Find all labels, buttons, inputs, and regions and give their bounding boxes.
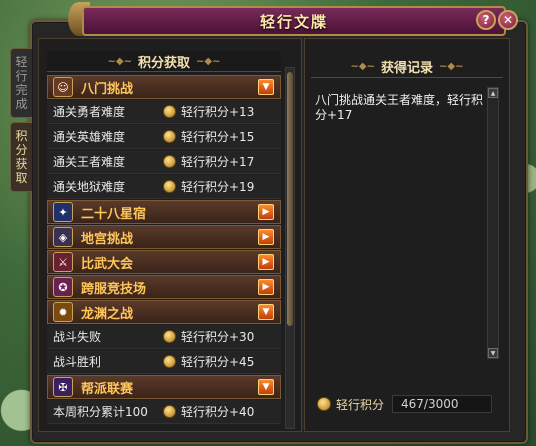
- tab-completion[interactable]: 轻 行 完 成: [10, 48, 32, 118]
- scroll-up-icon[interactable]: ▲: [488, 88, 498, 98]
- category-label: 二十八星宿: [81, 206, 147, 222]
- points-panel: ~◆~ 积分获取 ~◆~ ☺ 八门挑战 ▼ 通关勇者难度 轻行积分+13 通关英…: [38, 38, 302, 432]
- tab-char: 完: [15, 83, 28, 97]
- category-guild-league[interactable]: ✠ 帮派联赛 ▼: [47, 375, 281, 399]
- records-list: 八门挑战通关王者难度，轻行积分+17: [311, 87, 489, 357]
- points-scrollbar[interactable]: [285, 67, 295, 429]
- category-label: 比武大会: [81, 256, 134, 272]
- points-coin-icon: [163, 130, 176, 143]
- record-entry: 八门挑战通关王者难度，轻行积分+17: [315, 93, 484, 122]
- expand-arrow-icon[interactable]: ▶: [258, 279, 274, 295]
- list-item: 战斗失败 轻行积分+30: [47, 325, 281, 349]
- records-scrollbar[interactable]: ▲ ▼: [487, 87, 499, 359]
- tab-char: 行: [15, 69, 28, 83]
- window-title: 轻行文牒: [259, 12, 328, 31]
- scrollbar-thumb[interactable]: [287, 72, 293, 326]
- category-stars[interactable]: ✦ 二十八星宿 ▶: [47, 200, 281, 224]
- header-deco-icon: ~◆~: [107, 55, 132, 67]
- category-tournament[interactable]: ⚔ 比武大会 ▶: [47, 250, 281, 274]
- tab-char: 成: [15, 97, 28, 111]
- category-bamen[interactable]: ☺ 八门挑战 ▼: [47, 75, 281, 99]
- category-label: 跨服竞技场: [81, 281, 147, 297]
- points-header-label: 积分获取: [137, 55, 190, 71]
- row-label: 通关勇者难度: [53, 105, 126, 119]
- mask-icon: ☺: [53, 77, 73, 97]
- total-label: 轻行积分: [336, 397, 385, 412]
- points-coin-icon: [163, 355, 176, 368]
- points-coin-icon: [163, 180, 176, 193]
- arena-icon: ✪: [53, 277, 73, 297]
- row-points: 轻行积分+13: [181, 105, 255, 119]
- points-coin-icon: [163, 105, 176, 118]
- row-points: 轻行积分+17: [181, 155, 255, 169]
- total-points: 轻行积分 467/3000: [317, 395, 493, 413]
- list-item: 通关勇者难度 轻行积分+13: [47, 100, 281, 124]
- collapse-arrow-icon[interactable]: ▼: [258, 79, 274, 95]
- tab-char: 获: [15, 157, 28, 171]
- category-dragon[interactable]: ✹ 龙渊之战 ▼: [47, 300, 281, 324]
- row-label: 通关地狱难度: [53, 180, 126, 194]
- row-points: 轻行积分+15: [181, 130, 255, 144]
- category-label: 龙渊之战: [81, 306, 134, 322]
- side-tabs: 轻 行 完 成 积 分 获 取: [10, 48, 34, 196]
- row-label: 战斗胜利: [53, 355, 102, 369]
- collapse-arrow-icon[interactable]: ▼: [258, 379, 274, 395]
- guild-icon: ✠: [53, 377, 73, 397]
- header-deco-icon: ~◆~: [350, 60, 375, 72]
- header-deco-icon: ~◆~: [196, 55, 221, 67]
- points-coin-icon: [317, 397, 331, 411]
- records-header-label: 获得记录: [380, 60, 433, 76]
- row-points: 轻行积分+30: [181, 330, 255, 344]
- points-list: ☺ 八门挑战 ▼ 通关勇者难度 轻行积分+13 通关英雄难度 轻行积分+15 通…: [47, 75, 281, 425]
- expand-arrow-icon[interactable]: ▶: [258, 254, 274, 270]
- category-label: 帮派联赛: [81, 381, 134, 397]
- row-label: 通关王者难度: [53, 155, 126, 169]
- list-item: 通关王者难度 轻行积分+17: [47, 150, 281, 174]
- row-points: 轻行积分+19: [181, 180, 255, 194]
- help-button[interactable]: ?: [476, 10, 496, 30]
- list-item: 本周积分累计100 轻行积分+40: [47, 400, 281, 424]
- points-coin-icon: [163, 155, 176, 168]
- row-points: 轻行积分+40: [181, 405, 255, 419]
- expand-arrow-icon[interactable]: ▶: [258, 204, 274, 220]
- star-icon: ✦: [53, 202, 73, 222]
- category-label: 八门挑战: [81, 81, 134, 97]
- expand-arrow-icon[interactable]: ▶: [258, 229, 274, 245]
- tab-char: 积: [15, 129, 28, 143]
- list-item: 战斗胜利 轻行积分+45: [47, 350, 281, 374]
- row-label: 通关英雄难度: [53, 130, 126, 144]
- total-value: 467/3000: [392, 395, 493, 413]
- scroll-down-icon[interactable]: ▼: [488, 348, 498, 358]
- dungeon-icon: ◈: [53, 227, 73, 247]
- collapse-arrow-icon[interactable]: ▼: [258, 304, 274, 320]
- header-deco-icon: ~◆~: [439, 60, 464, 72]
- tab-points[interactable]: 积 分 获 取: [10, 122, 32, 192]
- tab-char: 取: [15, 171, 28, 185]
- category-label: 地宫挑战: [81, 231, 134, 247]
- records-panel: ~◆~ 获得记录 ~◆~ 八门挑战通关王者难度，轻行积分+17 ▲ ▼ 轻行积分…: [304, 38, 510, 432]
- row-label: 本周积分累计100: [53, 405, 148, 419]
- points-coin-icon: [163, 330, 176, 343]
- dragon-icon: ✹: [53, 302, 73, 322]
- list-item: 通关英雄难度 轻行积分+15: [47, 125, 281, 149]
- row-label: 战斗失败: [53, 330, 102, 344]
- category-dungeon[interactable]: ◈ 地宫挑战 ▶: [47, 225, 281, 249]
- tab-char: 轻: [15, 55, 28, 69]
- sword-icon: ⚔: [53, 252, 73, 272]
- close-button[interactable]: ✕: [498, 10, 518, 30]
- records-header: ~◆~ 获得记录 ~◆~: [311, 55, 503, 78]
- list-item: 通关地狱难度 轻行积分+19: [47, 175, 281, 199]
- tab-char: 分: [15, 143, 28, 157]
- category-arena[interactable]: ✪ 跨服竞技场 ▶: [47, 275, 281, 299]
- points-coin-icon: [163, 405, 176, 418]
- title-bar: 轻行文牒: [82, 6, 506, 36]
- points-header: ~◆~ 积分获取 ~◆~: [47, 51, 281, 72]
- row-points: 轻行积分+45: [181, 355, 255, 369]
